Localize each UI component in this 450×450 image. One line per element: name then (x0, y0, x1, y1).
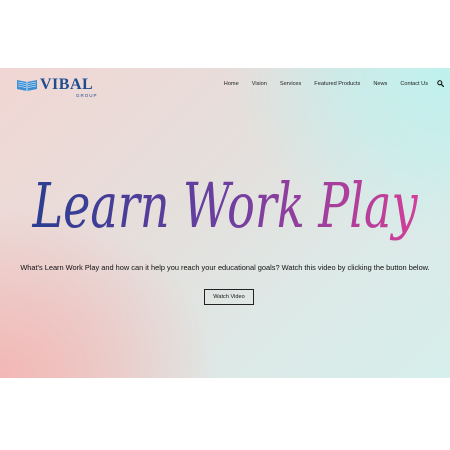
nav-item-services[interactable]: Services (280, 81, 301, 87)
nav-item-featured-products[interactable]: Featured Products (314, 81, 360, 87)
brand-subtitle: GROUP (76, 93, 98, 98)
hero-word-work: Work (183, 169, 305, 242)
nav-item-news[interactable]: News (373, 81, 387, 87)
watch-video-button[interactable]: Watch Video (204, 289, 254, 305)
nav-item-contact-us[interactable]: Contact Us (400, 81, 428, 87)
hero-text: LearnWorkPlay (32, 169, 418, 242)
nav-item-vision[interactable]: Vision (252, 81, 267, 87)
hero-word-learn: Learn (32, 169, 170, 242)
page-frame: VIBAL GROUP Home Vision Services Feature… (0, 68, 450, 378)
search-icon[interactable] (437, 80, 444, 87)
hero-heading: LearnWorkPlay (0, 165, 450, 255)
hero-tagline: What's Learn Work Play and how can it he… (20, 263, 430, 272)
open-book-icon (17, 80, 37, 91)
main-nav: Home Vision Services Featured Products N… (211, 80, 444, 87)
nav-item-home[interactable]: Home (224, 81, 239, 87)
vibal-logo[interactable]: VIBAL GROUP (16, 76, 106, 100)
hero-heading-art: LearnWorkPlay (32, 169, 418, 242)
hero-word-play: Play (318, 169, 419, 242)
brand-name: VIBAL (40, 76, 94, 93)
